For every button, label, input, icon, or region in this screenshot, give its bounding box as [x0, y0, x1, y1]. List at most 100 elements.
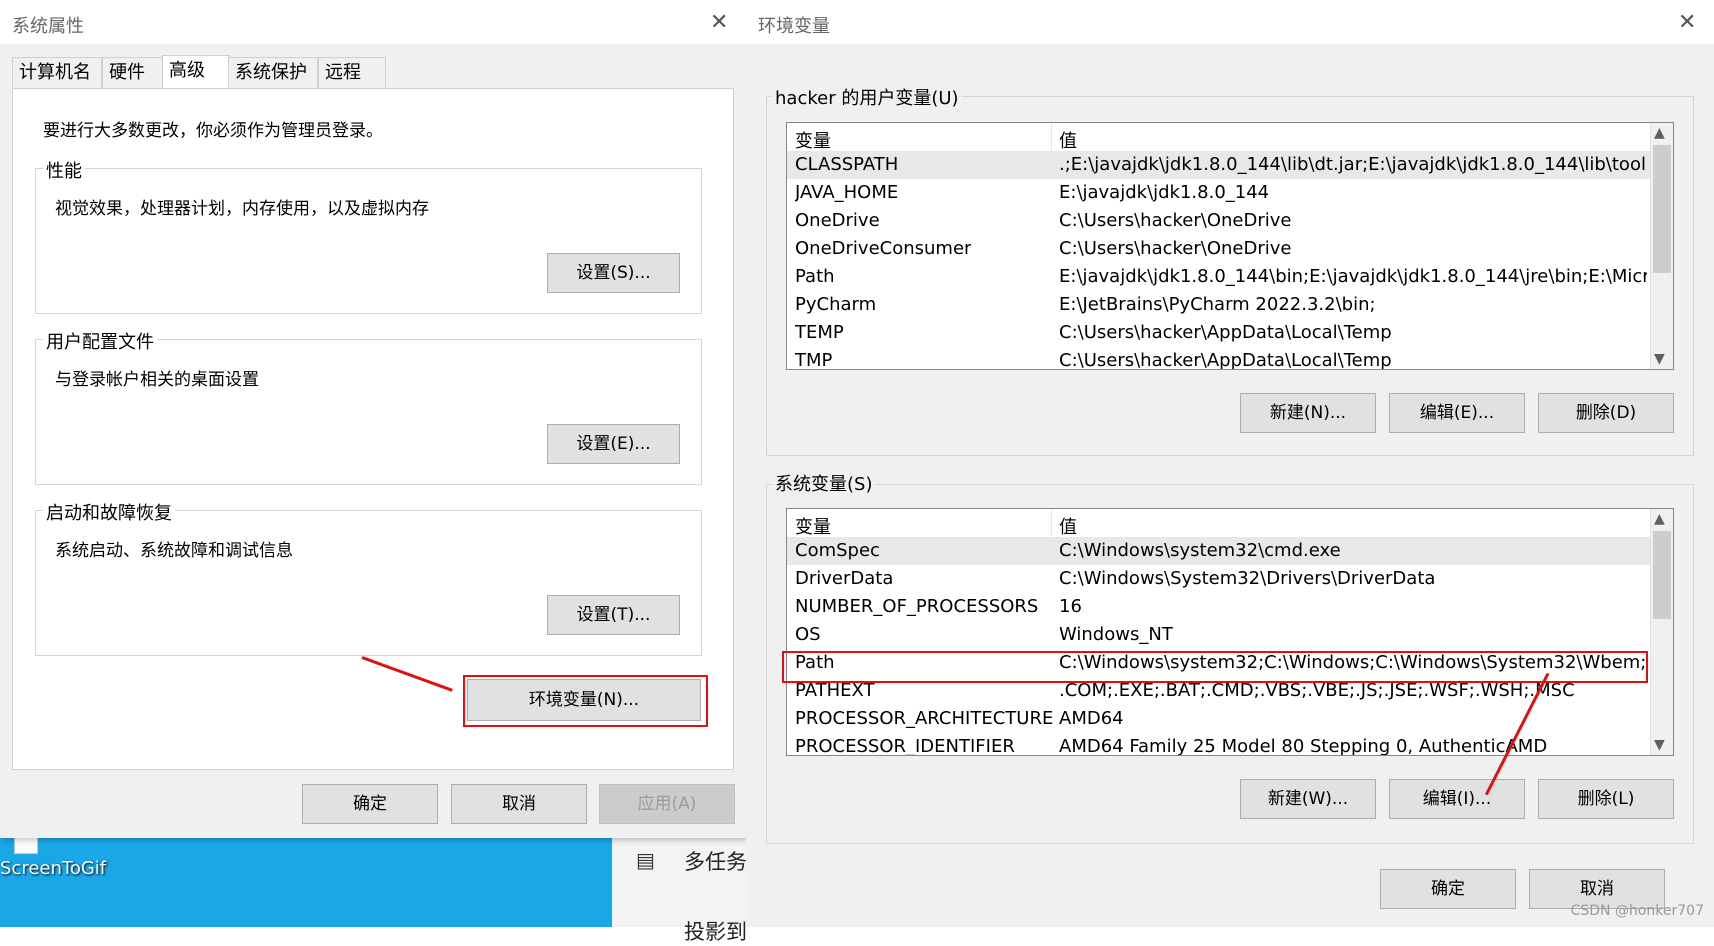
settings-item-project[interactable]: 投影到	[684, 916, 747, 946]
tab-system-protection[interactable]: 系统保护	[228, 57, 318, 88]
scrollbar-thumb[interactable]	[1653, 531, 1671, 619]
scrollbar[interactable]: ▲ ▼	[1650, 509, 1673, 755]
variable-name: JAVA_HOME	[795, 182, 899, 203]
column-divider	[1051, 509, 1052, 537]
close-icon[interactable]: ✕	[1678, 10, 1696, 35]
chevron-up-icon[interactable]: ▲	[1654, 511, 1665, 527]
user-variables-label: hacker 的用户变量(U)	[772, 84, 962, 110]
variable-value: E:\javajdk\jdk1.8.0_144	[1059, 182, 1270, 203]
list-item[interactable]: PROCESSOR_IDENTIFIER AMD64 Family 25 Mod…	[787, 733, 1673, 756]
list-item[interactable]: OneDriveConsumer C:\Users\hacker\OneDriv…	[787, 235, 1673, 263]
list-item[interactable]: DriverData C:\Windows\System32\Drivers\D…	[787, 565, 1673, 593]
scrollbar-thumb[interactable]	[1653, 145, 1671, 273]
list-item[interactable]: OS Windows_NT	[787, 621, 1673, 649]
group-startup-recovery-desc: 系统启动、系统故障和调试信息	[55, 541, 293, 561]
system-edit-button[interactable]: 编辑(I)...	[1389, 779, 1525, 819]
tab-remote[interactable]: 远程	[318, 57, 386, 88]
user-new-button[interactable]: 新建(N)...	[1240, 393, 1376, 433]
tab-hardware[interactable]: 硬件	[102, 57, 170, 88]
variable-value: E:\JetBrains\PyCharm 2022.3.2\bin;	[1059, 294, 1376, 315]
system-delete-button[interactable]: 删除(L)	[1538, 779, 1674, 819]
cancel-button[interactable]: 取消	[451, 784, 587, 824]
variable-value: C:\Windows\System32\Drivers\DriverData	[1059, 568, 1436, 589]
env-button-highlight	[463, 675, 708, 727]
system-properties-dialog: 系统属性 ✕ 计算机名 硬件 高级 系统保护 远程 要进行大多数更改，你必须作为…	[0, 0, 747, 838]
variable-value: AMD64 Family 25 Model 80 Stepping 0, Aut…	[1059, 736, 1548, 756]
path-row-highlight	[782, 651, 1648, 683]
settings-item-multitask[interactable]: 多任务	[684, 846, 747, 876]
multitask-icon: ▤	[636, 848, 655, 872]
variable-value: C:\Users\hacker\OneDrive	[1059, 238, 1292, 259]
group-user-profiles-desc: 与登录帐户相关的桌面设置	[55, 370, 259, 390]
user-profiles-settings-button[interactable]: 设置(E)...	[547, 424, 680, 464]
column-value[interactable]: 值	[1059, 513, 1077, 539]
variable-name: TEMP	[795, 322, 844, 343]
variable-name: DriverData	[795, 568, 894, 589]
tab-advanced[interactable]: 高级	[162, 55, 230, 89]
variable-value: .COM;.EXE;.BAT;.CMD;.VBS;.VBE;.JS;.JSE;.…	[1059, 680, 1575, 701]
variable-name: OneDrive	[795, 210, 880, 231]
user-edit-button[interactable]: 编辑(E)...	[1389, 393, 1525, 433]
dialog-title: 系统属性	[12, 16, 84, 37]
user-delete-button[interactable]: 删除(D)	[1538, 393, 1674, 433]
list-item[interactable]: JAVA_HOME E:\javajdk\jdk1.8.0_144	[787, 179, 1673, 207]
list-item[interactable]: TMP C:\Users\hacker\AppData\Local\Temp	[787, 347, 1673, 370]
column-variable[interactable]: 变量	[795, 127, 831, 153]
desktop-icon-label: ScreenToGif	[0, 858, 107, 879]
chevron-down-icon[interactable]: ▼	[1654, 737, 1665, 753]
admin-notice: 要进行大多数更改，你必须作为管理员登录。	[43, 121, 383, 141]
list-header: 变量 值	[787, 509, 1673, 538]
list-item[interactable]: ComSpec C:\Windows\system32\cmd.exe	[787, 537, 1673, 565]
group-performance-desc: 视觉效果，处理器计划，内存使用，以及虚拟内存	[55, 199, 429, 219]
chevron-up-icon[interactable]: ▲	[1654, 125, 1665, 141]
list-item[interactable]: PROCESSOR_ARCHITECTURE AMD64	[787, 705, 1673, 733]
variable-value: C:\Users\hacker\AppData\Local\Temp	[1059, 350, 1392, 370]
column-variable[interactable]: 变量	[795, 513, 831, 539]
ok-button[interactable]: 确定	[1380, 869, 1516, 909]
group-performance-label: 性能	[43, 157, 85, 183]
variable-value: Windows_NT	[1059, 624, 1173, 645]
system-variables-list[interactable]: 变量 值 ComSpec C:\Windows\system32\cmd.exe…	[786, 508, 1674, 756]
dialog-title: 环境变量	[758, 16, 830, 37]
list-item[interactable]: PyCharm E:\JetBrains\PyCharm 2022.3.2\bi…	[787, 291, 1673, 319]
list-item[interactable]: NUMBER_OF_PROCESSORS 16	[787, 593, 1673, 621]
system-variables-label: 系统变量(S)	[772, 470, 876, 496]
variable-value: AMD64	[1059, 708, 1124, 729]
variable-name: TMP	[795, 350, 833, 370]
variable-value: C:\Users\hacker\OneDrive	[1059, 210, 1292, 231]
user-variables-list[interactable]: 变量 值 CLASSPATH .;E:\javajdk\jdk1.8.0_144…	[786, 122, 1674, 370]
variable-name: ComSpec	[795, 540, 880, 561]
system-new-button[interactable]: 新建(W)...	[1240, 779, 1376, 819]
variable-name: PROCESSOR_ARCHITECTURE	[795, 708, 1054, 729]
variable-name: Path	[795, 266, 835, 287]
environment-variables-dialog: 环境变量 ✕ hacker 的用户变量(U) 变量 值 CLASSPATH .;…	[746, 0, 1714, 927]
scrollbar[interactable]: ▲ ▼	[1650, 123, 1673, 369]
variable-value: E:\javajdk\jdk1.8.0_144\bin;E:\javajdk\j…	[1059, 266, 1647, 287]
variable-value: C:\Users\hacker\AppData\Local\Temp	[1059, 322, 1392, 343]
list-item[interactable]: OneDrive C:\Users\hacker\OneDrive	[787, 207, 1673, 235]
tab-computer-name[interactable]: 计算机名	[12, 57, 102, 88]
variable-name: CLASSPATH	[795, 154, 899, 175]
list-item[interactable]: TEMP C:\Users\hacker\AppData\Local\Temp	[787, 319, 1673, 347]
variable-name: PATHEXT	[795, 680, 875, 701]
column-value[interactable]: 值	[1059, 127, 1077, 153]
column-divider	[1051, 123, 1052, 151]
group-startup-recovery-label: 启动和故障恢复	[43, 499, 175, 525]
performance-settings-button[interactable]: 设置(S)...	[547, 253, 680, 293]
apply-button[interactable]: 应用(A)	[599, 784, 735, 824]
variable-value: .;E:\javajdk\jdk1.8.0_144\lib\dt.jar;E:\…	[1059, 154, 1647, 175]
startup-settings-button[interactable]: 设置(T)...	[547, 595, 680, 635]
titlebar: 系统属性 ✕	[0, 0, 746, 44]
list-item[interactable]: CLASSPATH .;E:\javajdk\jdk1.8.0_144\lib\…	[787, 151, 1673, 179]
list-item[interactable]: Path E:\javajdk\jdk1.8.0_144\bin;E:\java…	[787, 263, 1673, 291]
watermark: CSDN @honker707	[1570, 903, 1704, 919]
chevron-down-icon[interactable]: ▼	[1654, 351, 1665, 367]
ok-button[interactable]: 确定	[302, 784, 438, 824]
variable-name: OS	[795, 624, 821, 645]
variable-value: 16	[1059, 596, 1082, 617]
variable-value: C:\Windows\system32\cmd.exe	[1059, 540, 1341, 561]
variable-name: OneDriveConsumer	[795, 238, 972, 259]
close-icon[interactable]: ✕	[710, 10, 728, 35]
titlebar: 环境变量 ✕	[746, 0, 1714, 44]
variable-name: PyCharm	[795, 294, 877, 315]
